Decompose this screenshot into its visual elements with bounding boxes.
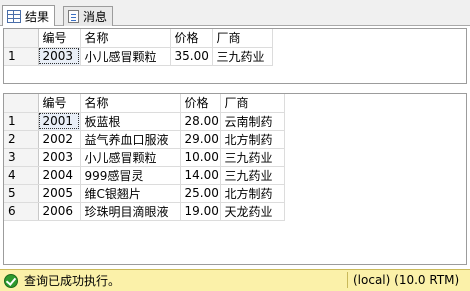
tab-messages-label: 消息 bbox=[83, 10, 108, 24]
column-header-price[interactable]: 价格 bbox=[170, 29, 213, 48]
column-header-name[interactable]: 名称 bbox=[80, 29, 171, 48]
cell-maker[interactable]: 北方制药 bbox=[220, 184, 285, 203]
cell-maker[interactable]: 三九药业 bbox=[212, 47, 273, 66]
cell-price[interactable]: 28.00 bbox=[180, 112, 221, 131]
table-row[interactable]: 4 2004 999感冒灵 14.00 三九药业 bbox=[4, 166, 285, 185]
column-header-id[interactable]: 编号 bbox=[38, 94, 81, 113]
cell-name[interactable]: 珍珠明目滴眼液 bbox=[80, 202, 181, 221]
result-grid-1[interactable]: 编号 名称 价格 厂商 1 2003 小儿感冒颗粒 35.00 三九药业 bbox=[3, 28, 467, 84]
cell-price[interactable]: 25.00 bbox=[180, 184, 221, 203]
column-header-price[interactable]: 价格 bbox=[180, 94, 221, 113]
status-divider bbox=[347, 272, 348, 288]
column-header-name[interactable]: 名称 bbox=[80, 94, 181, 113]
cell-maker[interactable]: 三九药业 bbox=[220, 148, 285, 167]
server-info: (local) (10.0 RTM) bbox=[353, 273, 460, 287]
column-header-maker[interactable]: 厂商 bbox=[212, 29, 273, 48]
row-header-corner bbox=[4, 29, 39, 48]
table-row[interactable]: 5 2005 维C银翘片 25.00 北方制药 bbox=[4, 184, 285, 203]
tab-results[interactable]: 结果 bbox=[2, 5, 56, 26]
cell-id[interactable]: 2001 bbox=[38, 112, 81, 131]
column-header-maker[interactable]: 厂商 bbox=[220, 94, 285, 113]
row-number[interactable]: 1 bbox=[4, 112, 39, 131]
cell-price[interactable]: 35.00 bbox=[170, 47, 213, 66]
messages-document-icon bbox=[68, 10, 79, 23]
tab-results-label: 结果 bbox=[25, 9, 50, 24]
cell-id[interactable]: 2002 bbox=[38, 130, 81, 149]
row-number[interactable]: 2 bbox=[4, 130, 39, 149]
row-number[interactable]: 3 bbox=[4, 148, 39, 167]
result-table-2: 编号 名称 价格 厂商 1 2001 板蓝根 28.00 云南制药 2 2002… bbox=[4, 94, 285, 221]
result-grid-2[interactable]: 编号 名称 价格 厂商 1 2001 板蓝根 28.00 云南制药 2 2002… bbox=[3, 93, 467, 265]
status-message: 查询已成功执行。 bbox=[24, 274, 121, 288]
table-row[interactable]: 1 2001 板蓝根 28.00 云南制药 bbox=[4, 112, 285, 131]
cell-id[interactable]: 2005 bbox=[38, 184, 81, 203]
results-tab-bar: 结果 消息 bbox=[0, 0, 470, 26]
row-number[interactable]: 4 bbox=[4, 166, 39, 185]
results-grid-icon bbox=[7, 9, 21, 23]
table-row[interactable]: 2 2002 益气养血口服液 29.00 北方制药 bbox=[4, 130, 285, 149]
table-row[interactable]: 1 2003 小儿感冒颗粒 35.00 三九药业 bbox=[4, 47, 273, 66]
status-bar: 查询已成功执行。 (local) (10.0 RTM) bbox=[0, 269, 470, 291]
cell-id[interactable]: 2003 bbox=[38, 148, 81, 167]
cell-id[interactable]: 2003 bbox=[38, 47, 81, 66]
cell-price[interactable]: 10.00 bbox=[180, 148, 221, 167]
cell-price[interactable]: 29.00 bbox=[180, 130, 221, 149]
cell-name[interactable]: 板蓝根 bbox=[80, 112, 181, 131]
cell-price[interactable]: 14.00 bbox=[180, 166, 221, 185]
result-table-1: 编号 名称 价格 厂商 1 2003 小儿感冒颗粒 35.00 三九药业 bbox=[4, 29, 273, 66]
success-check-icon bbox=[4, 273, 18, 288]
cell-name[interactable]: 维C银翘片 bbox=[80, 184, 181, 203]
cell-name[interactable]: 小儿感冒颗粒 bbox=[80, 148, 181, 167]
row-header-corner bbox=[4, 94, 39, 113]
row-number[interactable]: 1 bbox=[4, 47, 39, 66]
row-number[interactable]: 5 bbox=[4, 184, 39, 203]
cell-maker[interactable]: 云南制药 bbox=[220, 112, 285, 131]
row-number[interactable]: 6 bbox=[4, 202, 39, 221]
table-header-row: 编号 名称 价格 厂商 bbox=[4, 29, 273, 48]
table-row[interactable]: 3 2003 小儿感冒颗粒 10.00 三九药业 bbox=[4, 148, 285, 167]
column-header-id[interactable]: 编号 bbox=[38, 29, 81, 48]
table-row[interactable]: 6 2006 珍珠明目滴眼液 19.00 天龙药业 bbox=[4, 202, 285, 221]
cell-id[interactable]: 2006 bbox=[38, 202, 81, 221]
table-header-row: 编号 名称 价格 厂商 bbox=[4, 94, 285, 113]
cell-price[interactable]: 19.00 bbox=[180, 202, 221, 221]
cell-id[interactable]: 2004 bbox=[38, 166, 81, 185]
cell-maker[interactable]: 三九药业 bbox=[220, 166, 285, 185]
tab-messages[interactable]: 消息 bbox=[63, 6, 114, 26]
cell-name[interactable]: 小儿感冒颗粒 bbox=[80, 47, 171, 66]
cell-name[interactable]: 999感冒灵 bbox=[80, 166, 181, 185]
cell-name[interactable]: 益气养血口服液 bbox=[80, 130, 181, 149]
cell-maker[interactable]: 天龙药业 bbox=[220, 202, 285, 221]
cell-maker[interactable]: 北方制药 bbox=[220, 130, 285, 149]
